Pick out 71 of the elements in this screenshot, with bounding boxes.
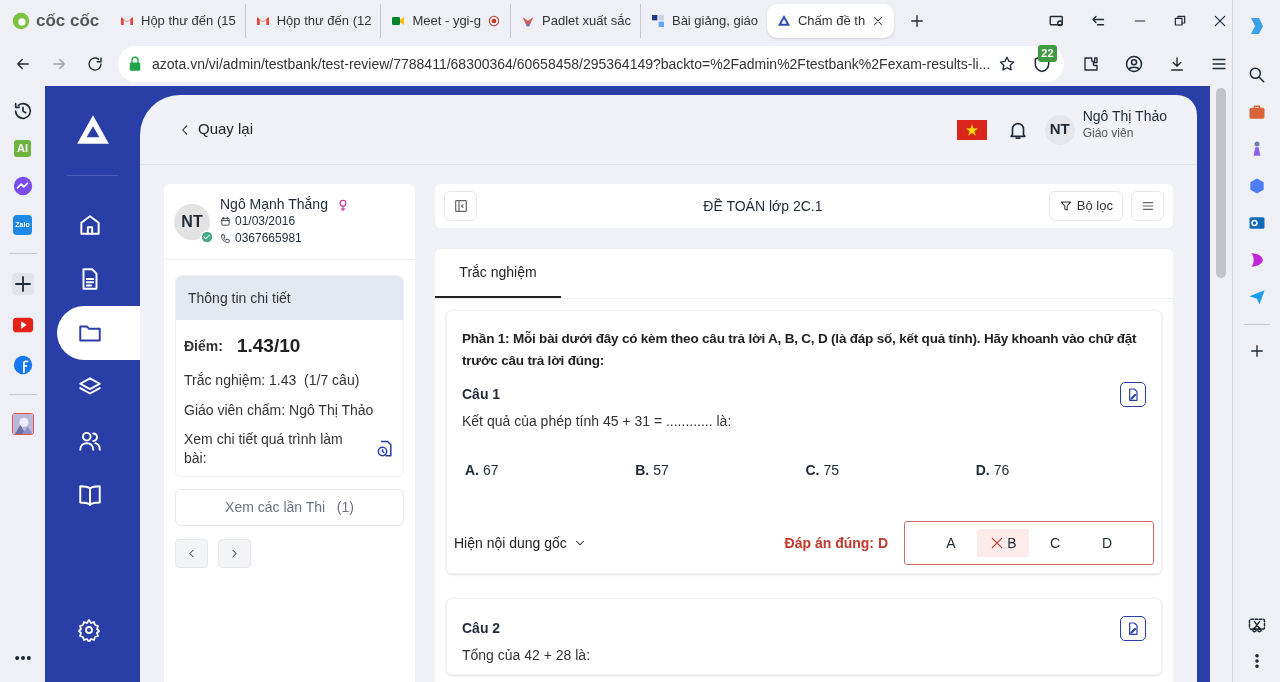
social-app-icon[interactable] [11,354,34,376]
sidebar-collapse-icon [452,198,469,214]
user-name: Ngô Thị Thảo [1082,108,1167,126]
user-avatar[interactable]: NT [1044,114,1075,145]
browser-tab[interactable]: Bài giảng, giáo [639,4,767,38]
question-title: Câu 1 [462,385,501,404]
brand-name: cốc cốc [36,10,100,33]
edit-button[interactable] [1120,382,1146,407]
answer-choice[interactable]: C [1029,529,1081,557]
phone-number: 0367665981 [235,230,302,247]
phone-icon [220,233,231,244]
tab[interactable]: Trắc nghiệm [435,249,561,298]
browser-tab[interactable]: Hộp thư đến (15 [110,4,245,38]
student-name: Ngô Mạnh Thắng [220,196,328,213]
close-icon[interactable] [1212,13,1228,29]
browser-tab[interactable]: Meet - ygi-g [380,4,511,38]
answer-option: D. 76 [975,460,1146,481]
filter-button[interactable]: Bộ lọc [1048,191,1123,221]
messenger-icon[interactable] [11,174,34,197]
file-clock-icon[interactable] [375,438,395,459]
count-badge: 22 [1038,45,1057,62]
score-label: Điểm: [184,336,223,356]
address-bar[interactable]: azota.vn/vi/admin/testbank/test-review/7788411/68300364/60658458/295364149?backto=%2Fadmin%2Ftestbank%2Fexam-results-li... 22 [118,46,1065,82]
answer-option: A. 67 [465,460,636,481]
question-title: Câu 2 [462,619,501,638]
browser-tab[interactable]: Padlet xuất sắc [510,4,640,38]
browser-tab[interactable]: Hộp thư đến (12 [244,4,381,38]
birth-date: 01/03/2016 [235,213,296,230]
answer-option: B. 57 [635,460,806,481]
question-text: Kết quả của phép tính 45 + 31 = ............ là: [462,412,733,431]
section-instruction: Phần 1: Mỗi bài dưới đây có kèm theo câu trả lời A, B, C, D (là đáp số, kết quả tính). Hãy khoanh vào chữ đặt trước câu trả lời đúng: [462,330,1138,370]
nav-item[interactable] [57,306,140,360]
answer-option: C. 75 [805,460,976,481]
home-icon [77,212,103,238]
check-badge-icon [200,230,214,244]
correct-answer: Đáp án đúng: D [784,533,888,553]
collapse-button[interactable] [444,191,477,221]
scrollbar-thumb[interactable] [1216,88,1226,278]
star-icon[interactable] [998,55,1017,73]
detail-line: Giáo viên chấm: Ngô Thị Thảo [184,400,375,420]
filter-icon [1058,199,1073,213]
add-icon[interactable] [10,272,35,296]
back-link[interactable]: Quay lại [178,118,254,141]
attempts-button[interactable]: Xem các lần Thi (1) [175,488,404,526]
triangle-logo-icon [776,13,792,29]
question-text: Tổng của 42 + 28 là: [462,646,592,665]
score-value: 1.43/10 [236,334,301,358]
flag-icon [956,119,987,140]
reload-icon[interactable] [86,55,104,73]
answer-choice[interactable]: B [977,529,1029,557]
edit-button[interactable] [1120,616,1146,641]
brand-logo-icon [10,10,32,32]
exam-title: ĐỀ TOÁN lớp 2C.1 [702,196,824,216]
user-role: Giáo viên [1082,125,1135,141]
detail-line: Trắc nghiệm: 1.43 (1/7 câu) [184,370,361,390]
browser-tab[interactable]: Chấm đề th [767,4,895,38]
settings-icon[interactable] [77,618,101,642]
answer-choice[interactable]: A [925,529,977,557]
panel-header: Thông tin chi tiết [176,276,403,320]
record-icon [487,14,502,28]
restore-icon[interactable] [1172,13,1188,29]
grid-icon [649,13,666,29]
calendar-icon [220,216,231,227]
answer-choice[interactable]: D [1081,529,1133,557]
student-avatar: NT [174,204,210,240]
briefcase-icon[interactable] [1246,102,1267,122]
show-original-toggle[interactable]: Hiện nội dung gốc [454,532,587,554]
screenshot-icon[interactable] [1246,615,1267,635]
process-label: Xem chi tiết quá trình làm bài: [184,429,344,468]
profile-icon[interactable] [1124,54,1145,74]
book-icon [77,482,103,508]
